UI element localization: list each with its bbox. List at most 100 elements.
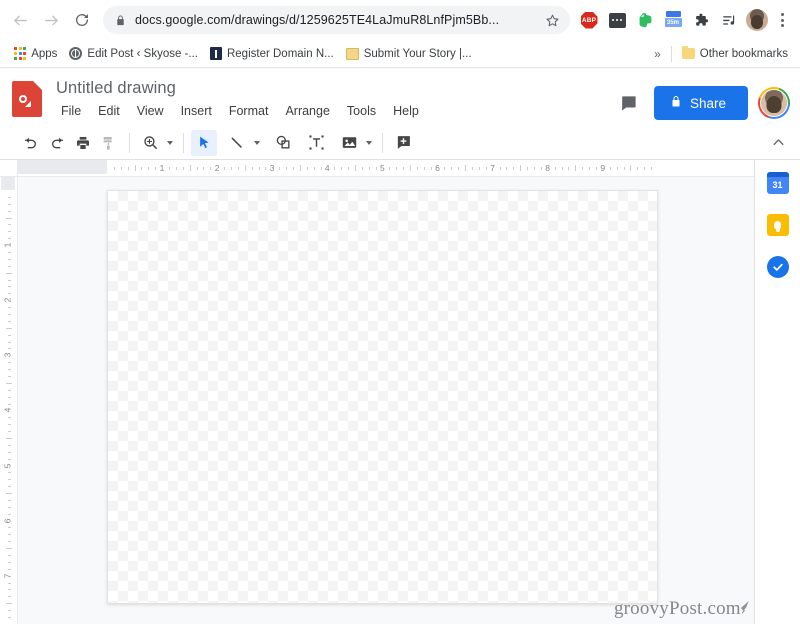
google-tasks-icon[interactable] xyxy=(766,256,789,278)
ruler-tick xyxy=(430,166,432,170)
ruler-tick xyxy=(7,251,11,253)
bookmarks-overflow-chevron-icon[interactable]: » xyxy=(648,47,667,61)
back-button[interactable] xyxy=(6,6,34,34)
ruler-tick xyxy=(6,548,12,550)
chrome-menu-button[interactable] xyxy=(772,13,792,27)
ruler-tick xyxy=(7,431,11,433)
other-bookmarks-folder[interactable]: Other bookmarks xyxy=(676,45,794,63)
menu-tools[interactable]: Tools xyxy=(340,102,383,120)
ruler-tick xyxy=(306,166,308,170)
share-button[interactable]: Share xyxy=(653,86,748,120)
dots-extension-icon[interactable] xyxy=(604,7,630,33)
ruler-tick xyxy=(7,541,11,543)
line-dropdown-caret-icon[interactable] xyxy=(250,130,263,156)
menu-arrange[interactable]: Arrange xyxy=(278,102,336,120)
bookmark-apps[interactable]: Apps xyxy=(8,44,63,62)
ruler-tick xyxy=(7,238,11,240)
ruler-tick xyxy=(651,166,653,170)
google-drawings-app: Untitled drawing File Edit View Insert F… xyxy=(0,68,800,624)
ruler-tick xyxy=(7,375,11,377)
select-tool-button[interactable] xyxy=(191,129,217,156)
zoom-dropdown-caret-icon[interactable] xyxy=(163,130,176,156)
collapse-menus-chevron-icon[interactable] xyxy=(764,130,792,156)
google-account-avatar[interactable] xyxy=(758,87,790,119)
ruler-tick xyxy=(423,166,425,170)
google-keep-icon[interactable] xyxy=(766,214,789,236)
horizontal-ruler[interactable]: 1 2 3 4 5 6 7 8 9 xyxy=(18,160,754,177)
ruler-tick xyxy=(534,166,536,170)
ruler-tick xyxy=(6,272,12,274)
ruler-tick xyxy=(7,458,11,460)
bookmark-submit-story[interactable]: Submit Your Story |... xyxy=(340,45,478,63)
print-button[interactable] xyxy=(70,130,96,156)
ruler-tick xyxy=(230,166,232,170)
ruler-number: 7 xyxy=(2,573,13,579)
media-playlist-icon[interactable] xyxy=(716,7,742,33)
bookmark-star-icon[interactable] xyxy=(540,8,564,32)
bookmark-register-domain[interactable]: Register Domain N... xyxy=(204,44,340,63)
menu-format[interactable]: Format xyxy=(222,102,276,120)
redo-button[interactable] xyxy=(44,130,70,156)
adblock-plus-icon[interactable]: ABP xyxy=(576,7,602,33)
reload-button[interactable] xyxy=(68,6,96,34)
ruler-tick xyxy=(7,506,11,508)
menu-file[interactable]: File xyxy=(54,102,88,120)
image-button[interactable] xyxy=(336,130,362,156)
line-tool-button[interactable] xyxy=(224,130,250,156)
google-drawings-icon xyxy=(12,81,42,117)
ruler-number: 5 xyxy=(380,162,385,173)
vertical-ruler[interactable]: 1 2 3 4 5 6 7 xyxy=(0,177,18,624)
folder-icon xyxy=(681,45,695,59)
ruler-tick xyxy=(582,166,584,170)
undo-button[interactable] xyxy=(18,130,44,156)
ruler-tick xyxy=(313,166,315,170)
canvas-scroll-area[interactable]: groovyPost.com › xyxy=(18,177,754,624)
ruler-number: 1 xyxy=(159,162,165,173)
ruler-tick xyxy=(7,424,11,426)
chrome-profile-avatar[interactable] xyxy=(744,7,770,33)
drawing-canvas[interactable] xyxy=(107,190,658,604)
ruler-tick xyxy=(368,166,370,170)
ruler-tick xyxy=(403,166,405,170)
document-title[interactable]: Untitled drawing xyxy=(54,76,178,101)
watermark-text: groovyPost.com xyxy=(613,598,741,619)
timer-extension-icon[interactable]: 35m xyxy=(660,7,686,33)
ruler-tick xyxy=(7,196,11,198)
ruler-tick xyxy=(458,166,460,170)
comment-history-button[interactable] xyxy=(614,88,644,118)
google-calendar-icon[interactable]: 31 xyxy=(766,172,789,194)
add-comment-button[interactable] xyxy=(390,130,416,156)
paint-format-button[interactable] xyxy=(96,130,122,156)
bookmark-edit-post[interactable]: Edit Post ‹ Skyose -... xyxy=(63,44,204,63)
menu-edit[interactable]: Edit xyxy=(91,102,127,120)
address-bar[interactable]: docs.google.com/drawings/d/1259625TE4LaJ… xyxy=(103,6,570,34)
ruler-tick xyxy=(155,166,157,170)
image-dropdown-caret-icon[interactable] xyxy=(362,130,375,156)
extensions-puzzle-icon[interactable] xyxy=(688,7,714,33)
timer-badge: 35m xyxy=(664,11,682,29)
ruler-tick xyxy=(6,437,12,439)
ruler-tick xyxy=(485,166,487,170)
ruler-tick xyxy=(196,166,198,170)
menu-view[interactable]: View xyxy=(130,102,171,120)
ruler-tick xyxy=(251,166,253,170)
ruler-tick xyxy=(7,258,11,260)
ruler-tick xyxy=(575,165,577,171)
ruler-tick xyxy=(499,166,501,170)
ruler-tick xyxy=(6,382,12,384)
text-box-button[interactable] xyxy=(303,130,329,156)
ruler-number: 1 xyxy=(2,242,13,248)
ruler-tick xyxy=(7,341,11,343)
ruler-tick xyxy=(334,166,336,170)
zoom-button[interactable] xyxy=(137,130,163,156)
menu-help[interactable]: Help xyxy=(386,102,426,120)
evernote-icon[interactable] xyxy=(632,7,658,33)
ruler-number: 6 xyxy=(435,162,440,173)
menu-insert[interactable]: Insert xyxy=(174,102,219,120)
ruler-tick xyxy=(224,166,226,170)
shape-tool-button[interactable] xyxy=(270,130,296,156)
forward-button[interactable] xyxy=(37,6,65,34)
ruler-tick xyxy=(7,596,11,598)
browser-toolbar: docs.google.com/drawings/d/1259625TE4LaJ… xyxy=(0,0,800,40)
ruler-tick xyxy=(7,231,11,233)
